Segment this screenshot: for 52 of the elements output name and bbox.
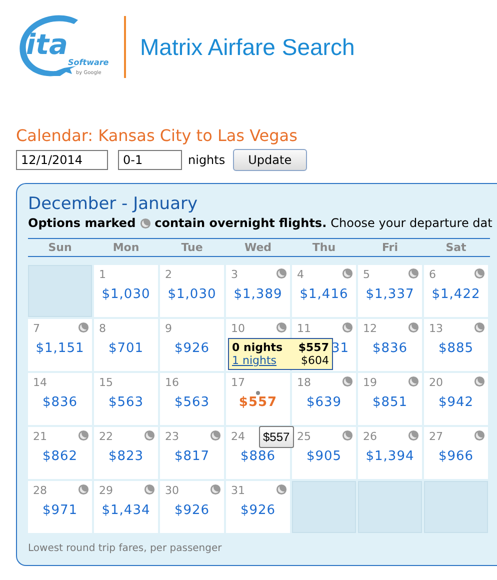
day-number: 31: [231, 484, 245, 497]
day-number: 14: [33, 376, 47, 389]
weekday-header: Mon: [112, 240, 140, 256]
day-number: 7: [33, 322, 40, 335]
weekday-header: Sat: [444, 240, 468, 256]
calendar-heading: Calendar: Kansas City to Las Vegas: [16, 126, 298, 145]
nights-label: nights: [188, 153, 226, 167]
site-title: Matrix Airfare Search: [140, 34, 355, 60]
day-number: 18: [297, 376, 311, 389]
day-number: 13: [429, 322, 443, 335]
weekday-header: Fri: [380, 240, 399, 256]
day-number: 6: [429, 268, 436, 281]
popup-price: $557: [298, 341, 329, 354]
weekday-header: Thu: [311, 240, 337, 256]
footnote: Lowest round trip fares, per passenger: [28, 543, 223, 554]
day-number: 20: [429, 376, 443, 389]
day-number: 30: [165, 484, 179, 497]
day-number: 5: [363, 268, 370, 281]
day-number: 24: [231, 430, 245, 443]
day-number: 2: [165, 268, 172, 281]
logo-subtitle: Software: [68, 58, 109, 67]
day-number: 12: [363, 322, 377, 335]
popup-label: 0 nights: [232, 341, 283, 354]
day-number: 26: [363, 430, 377, 443]
weekday-header: Sun: [47, 240, 73, 256]
note-text: contain overnight flights.: [154, 216, 327, 230]
day-number: 1: [99, 268, 106, 281]
popup-price: $604: [301, 354, 329, 367]
note-text: Choose your departure dat: [330, 216, 492, 230]
day-number: 21: [33, 430, 47, 443]
day-number: 11: [297, 322, 311, 335]
day-number: 28: [33, 484, 47, 497]
day-number: 3: [231, 268, 238, 281]
note-text: Options marked: [28, 216, 136, 230]
day-number: 9: [165, 322, 172, 335]
hover-tooltip: $557: [259, 426, 294, 448]
day-number: 27: [429, 430, 443, 443]
day-number: 8: [99, 322, 106, 335]
weekday-header: Wed: [243, 240, 273, 256]
month-title: December - January: [28, 194, 199, 214]
logo-wordmark: ita: [26, 28, 68, 61]
day-number: 10: [231, 322, 245, 335]
day-number: 22: [99, 430, 113, 443]
day-number: 19: [363, 376, 377, 389]
day-number: 15: [99, 376, 113, 389]
weekday-header: Tue: [180, 240, 204, 256]
day-number: 29: [99, 484, 113, 497]
day-number: 16: [165, 376, 179, 389]
day-number: 25: [297, 430, 311, 443]
day-number: 4: [297, 268, 304, 281]
day-number: 17: [231, 376, 245, 389]
day-number: 23: [165, 430, 179, 443]
